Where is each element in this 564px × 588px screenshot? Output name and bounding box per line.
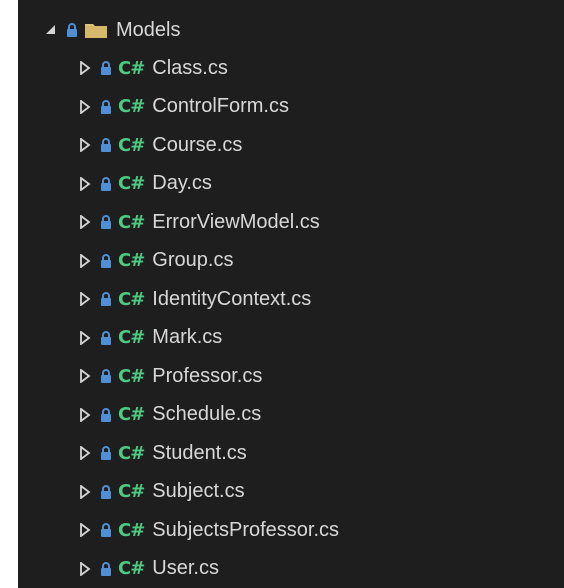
csharp-file-icon: C#	[118, 481, 145, 502]
file-name: User.cs	[152, 557, 219, 579]
file-name: Group.cs	[152, 249, 234, 271]
lock-icon	[100, 99, 112, 115]
folder-row-models[interactable]: Models	[18, 11, 564, 49]
collapse-arrow-icon[interactable]	[78, 99, 92, 114]
file-name: Schedule.cs	[152, 403, 262, 425]
csharp-file-icon: C#	[118, 519, 145, 541]
collapse-arrow-icon[interactable]	[78, 369, 92, 383]
collapse-arrow-icon[interactable]	[78, 561, 92, 576]
lock-icon	[100, 407, 112, 423]
file-item[interactable]: C# Mark.cs	[18, 319, 564, 357]
folder-icon	[84, 21, 108, 39]
collapse-arrow-icon[interactable]	[78, 446, 92, 460]
collapse-arrow-icon[interactable]	[78, 61, 92, 75]
lock-icon	[100, 60, 112, 76]
file-name: Subject.cs	[152, 480, 245, 502]
file-item[interactable]: C# User.cs	[18, 550, 564, 588]
file-item[interactable]: C# ErrorViewModel.cs	[18, 203, 564, 241]
lock-icon	[100, 368, 112, 384]
csharp-file-icon: C#	[118, 173, 145, 194]
file-item[interactable]: C# Group.cs	[18, 242, 564, 280]
collapse-arrow-icon[interactable]	[78, 215, 92, 229]
collapse-arrow-icon[interactable]	[78, 138, 92, 152]
collapse-arrow-icon[interactable]	[78, 484, 92, 499]
lock-icon	[100, 137, 112, 153]
file-name: ErrorViewModel.cs	[152, 210, 320, 233]
lock-icon	[100, 561, 112, 577]
csharp-file-icon: C#	[118, 327, 145, 348]
csharp-file-icon: C#	[118, 558, 145, 579]
collapse-arrow-icon[interactable]	[78, 292, 92, 306]
file-item[interactable]: C# ControlForm.cs	[18, 88, 564, 126]
file-name: SubjectsProfessor.cs	[152, 518, 340, 541]
csharp-file-icon: C#	[118, 404, 145, 425]
file-item[interactable]: C# Subject.cs	[18, 473, 564, 511]
csharp-file-icon: C#	[118, 365, 145, 387]
lock-icon	[100, 330, 112, 346]
csharp-file-icon: C#	[118, 96, 145, 117]
file-name: Student.cs	[152, 441, 247, 464]
file-name: Professor.cs	[152, 364, 263, 387]
file-item[interactable]: C# Student.cs	[18, 434, 564, 472]
file-item[interactable]: C# Course.cs	[18, 126, 564, 164]
collapse-arrow-icon[interactable]	[78, 407, 92, 422]
csharp-file-icon: C#	[118, 57, 145, 79]
collapse-arrow-icon[interactable]	[78, 253, 92, 268]
file-name: IdentityContext.cs	[152, 287, 312, 310]
csharp-file-icon: C#	[118, 134, 145, 156]
file-item[interactable]: C# SubjectsProfessor.cs	[18, 511, 564, 549]
file-name: ControlForm.cs	[152, 95, 289, 117]
collapse-arrow-icon[interactable]	[78, 330, 92, 345]
file-name: Course.cs	[152, 133, 243, 156]
expand-arrow-icon[interactable]	[44, 23, 58, 37]
solution-explorer-panel: Models C# Class.cs C# ControlForm.cs C# …	[18, 0, 564, 588]
csharp-file-icon: C#	[118, 211, 145, 233]
lock-icon	[100, 291, 112, 307]
collapse-arrow-icon[interactable]	[78, 523, 92, 537]
lock-icon	[100, 176, 112, 192]
file-item[interactable]: C# IdentityContext.cs	[18, 280, 564, 318]
csharp-file-icon: C#	[118, 250, 145, 271]
file-name: Mark.cs	[152, 326, 223, 348]
file-item[interactable]: C# Class.cs	[18, 49, 564, 87]
collapse-arrow-icon[interactable]	[78, 176, 92, 191]
file-item[interactable]: C# Schedule.cs	[18, 396, 564, 434]
csharp-file-icon: C#	[118, 288, 145, 310]
folder-name: Models	[116, 18, 181, 41]
lock-icon	[100, 522, 112, 538]
lock-icon	[100, 484, 112, 500]
file-name: Class.cs	[152, 56, 228, 79]
file-item[interactable]: C# Day.cs	[18, 165, 564, 203]
csharp-file-icon: C#	[118, 442, 145, 464]
lock-icon	[100, 445, 112, 461]
file-item[interactable]: C# Professor.cs	[18, 357, 564, 395]
lock-icon	[100, 214, 112, 230]
lock-icon	[66, 22, 78, 38]
file-name: Day.cs	[152, 172, 212, 194]
lock-icon	[100, 253, 112, 269]
